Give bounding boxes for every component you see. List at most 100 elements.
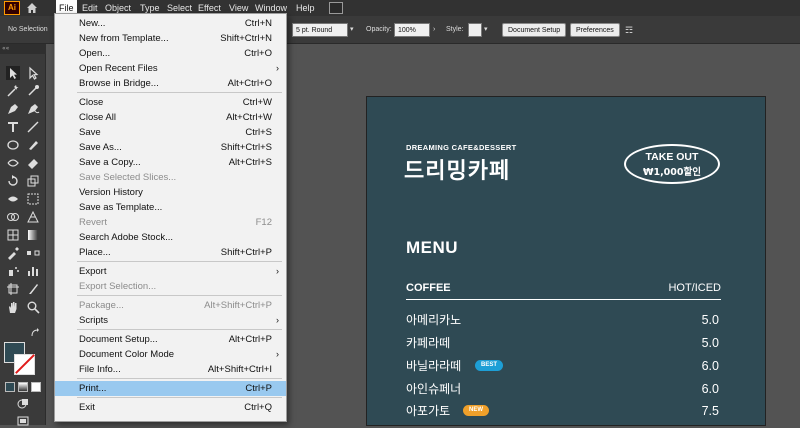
menu-item-label: Save bbox=[79, 127, 101, 138]
menu-item-label: Save as Template... bbox=[79, 202, 163, 213]
color-mode-button[interactable] bbox=[5, 382, 15, 392]
opacity-label: Opacity: bbox=[366, 26, 392, 33]
free-transform-tool-icon[interactable] bbox=[26, 192, 40, 206]
lasso-tool-icon[interactable] bbox=[26, 84, 40, 98]
file-menu-open-recent-files[interactable]: Open Recent Files › bbox=[55, 61, 286, 76]
file-menu-export-selection[interactable]: Export Selection... bbox=[55, 279, 286, 294]
menu-item-label: Print... bbox=[79, 383, 107, 394]
file-menu-save-as[interactable]: Save As... Shift+Ctrl+S bbox=[55, 140, 286, 155]
file-menu-save[interactable]: Save Ctrl+S bbox=[55, 125, 286, 140]
illustrator-logo: Ai bbox=[4, 1, 20, 15]
slice-tool-icon[interactable] bbox=[26, 282, 40, 296]
coffee-section-heading: COFFEE bbox=[406, 282, 451, 294]
menu-help[interactable]: Help bbox=[293, 0, 318, 16]
hot-iced-heading: HOT/ICED bbox=[668, 282, 721, 294]
menu-item-shortcut: Alt+Shift+Ctrl+P bbox=[204, 300, 272, 311]
file-menu-search-adobe-stock[interactable]: Search Adobe Stock... bbox=[55, 230, 286, 245]
file-menu-scripts[interactable]: Scripts › bbox=[55, 313, 286, 328]
document-setup-button[interactable]: Document Setup bbox=[502, 23, 567, 37]
file-menu-save-selected-slices[interactable]: Save Selected Slices... bbox=[55, 170, 286, 185]
file-menu-print[interactable]: Print... Ctrl+P bbox=[55, 381, 286, 396]
blend-tool-icon[interactable] bbox=[26, 246, 40, 260]
gradient-tool-icon[interactable] bbox=[26, 228, 40, 242]
file-menu-new[interactable]: New... Ctrl+N bbox=[55, 16, 286, 31]
artboard-tool-icon[interactable] bbox=[6, 282, 20, 296]
file-menu-version-history[interactable]: Version History bbox=[55, 185, 286, 200]
rectangle-tool-icon[interactable] bbox=[6, 138, 20, 152]
file-menu-new-from-template[interactable]: New from Template... Shift+Ctrl+N bbox=[55, 31, 286, 46]
file-menu-exit[interactable]: Exit Ctrl+Q bbox=[55, 400, 286, 415]
submenu-arrow-icon: › bbox=[276, 349, 279, 359]
menu-separator bbox=[77, 261, 282, 262]
gradient-mode-button[interactable] bbox=[18, 382, 28, 392]
style-dropdown-icon[interactable]: ▾ bbox=[484, 23, 488, 37]
eraser-tool-icon[interactable] bbox=[26, 156, 40, 170]
artboard[interactable]: DREAMING CAFE&DESSERT 드리밍카페 TAKE OUT ₩1,… bbox=[367, 97, 765, 425]
menu-item-label: Export bbox=[79, 266, 107, 277]
menu-heading: MENU bbox=[406, 238, 459, 257]
file-menu-save-as-template[interactable]: Save as Template... bbox=[55, 200, 286, 215]
line-segment-tool-icon[interactable] bbox=[26, 120, 40, 134]
stroke-profile-select[interactable]: 5 pt. Round bbox=[292, 23, 348, 37]
preferences-button[interactable]: Preferences bbox=[570, 23, 620, 37]
symbol-sprayer-tool-icon[interactable] bbox=[6, 264, 20, 278]
align-options-icon[interactable]: ☶ bbox=[625, 23, 633, 37]
file-menu-export[interactable]: Export › bbox=[55, 264, 286, 279]
menu-item-row: 아메리카노 5.0 bbox=[406, 311, 721, 329]
type-tool-icon[interactable] bbox=[6, 120, 20, 134]
menu-item-label: Package... bbox=[79, 300, 124, 311]
column-graph-tool-icon[interactable] bbox=[26, 264, 40, 278]
menu-item-price: 6.0 bbox=[701, 359, 719, 373]
file-menu-open[interactable]: Open... Ctrl+O bbox=[55, 46, 286, 61]
zoom-tool-icon[interactable] bbox=[26, 300, 40, 314]
stroke-color-swatch[interactable] bbox=[14, 354, 35, 375]
panel-collapse-handle[interactable]: «« bbox=[0, 44, 46, 54]
menu-item-price: 6.0 bbox=[701, 382, 719, 396]
file-menu-document-color-mode[interactable]: Document Color Mode › bbox=[55, 347, 286, 362]
menu-item-row: 아인슈페너 6.0 bbox=[406, 380, 721, 398]
menu-item-name: 아포가토 bbox=[406, 404, 451, 418]
menu-item-row: 바닐라라떼 BEST 6.0 bbox=[406, 357, 721, 375]
arrange-documents-icon[interactable] bbox=[329, 2, 343, 14]
stroke-profile-dropdown-icon[interactable]: ▾ bbox=[350, 23, 354, 37]
home-icon[interactable] bbox=[26, 2, 38, 14]
opacity-input[interactable]: 100% bbox=[394, 23, 430, 37]
file-menu-package[interactable]: Package... Alt+Shift+Ctrl+P bbox=[55, 298, 286, 313]
submenu-arrow-icon: › bbox=[276, 315, 279, 325]
eyedropper-tool-icon[interactable] bbox=[6, 246, 20, 260]
curvature-tool-icon[interactable] bbox=[26, 102, 40, 116]
file-menu-file-info[interactable]: File Info... Alt+Shift+Ctrl+I bbox=[55, 362, 286, 377]
screen-mode-icon[interactable] bbox=[16, 414, 30, 428]
menu-item-badge: NEW bbox=[463, 405, 489, 416]
file-menu-close-all[interactable]: Close All Alt+Ctrl+W bbox=[55, 110, 286, 125]
opacity-dropdown-icon[interactable]: › bbox=[433, 23, 435, 37]
file-menu-close[interactable]: Close Ctrl+W bbox=[55, 95, 286, 110]
pen-tool-icon[interactable] bbox=[6, 102, 20, 116]
selection-tool-icon[interactable] bbox=[6, 66, 20, 80]
shaper-tool-icon[interactable] bbox=[6, 156, 20, 170]
hand-tool-icon[interactable] bbox=[6, 300, 20, 314]
file-menu-document-setup[interactable]: Document Setup... Alt+Ctrl+P bbox=[55, 332, 286, 347]
style-swatch[interactable] bbox=[468, 23, 482, 37]
style-label: Style: bbox=[446, 26, 464, 33]
perspective-grid-tool-icon[interactable] bbox=[26, 210, 40, 224]
menu-item-label: Save As... bbox=[79, 142, 122, 153]
scale-tool-icon[interactable] bbox=[26, 174, 40, 188]
paintbrush-tool-icon[interactable] bbox=[26, 138, 40, 152]
file-menu-browse-in-bridge[interactable]: Browse in Bridge... Alt+Ctrl+O bbox=[55, 76, 286, 91]
width-tool-icon[interactable] bbox=[6, 192, 20, 206]
rotate-tool-icon[interactable] bbox=[6, 174, 20, 188]
none-mode-button[interactable] bbox=[31, 382, 41, 392]
menu-item-shortcut: F12 bbox=[255, 217, 272, 228]
mesh-tool-icon[interactable] bbox=[6, 228, 20, 242]
file-menu-place[interactable]: Place... Shift+Ctrl+P bbox=[55, 245, 286, 260]
swap-fill-stroke-icon[interactable] bbox=[30, 328, 40, 338]
shape-builder-tool-icon[interactable] bbox=[6, 210, 20, 224]
file-menu-revert[interactable]: Revert F12 bbox=[55, 215, 286, 230]
submenu-arrow-icon: › bbox=[276, 63, 279, 73]
file-menu-save-a-copy[interactable]: Save a Copy... Alt+Ctrl+S bbox=[55, 155, 286, 170]
magic-wand-tool-icon[interactable] bbox=[6, 84, 20, 98]
menu-item-shortcut: Ctrl+Q bbox=[244, 402, 272, 413]
direct-selection-tool-icon[interactable] bbox=[26, 66, 40, 80]
draw-mode-icon[interactable] bbox=[16, 396, 30, 410]
